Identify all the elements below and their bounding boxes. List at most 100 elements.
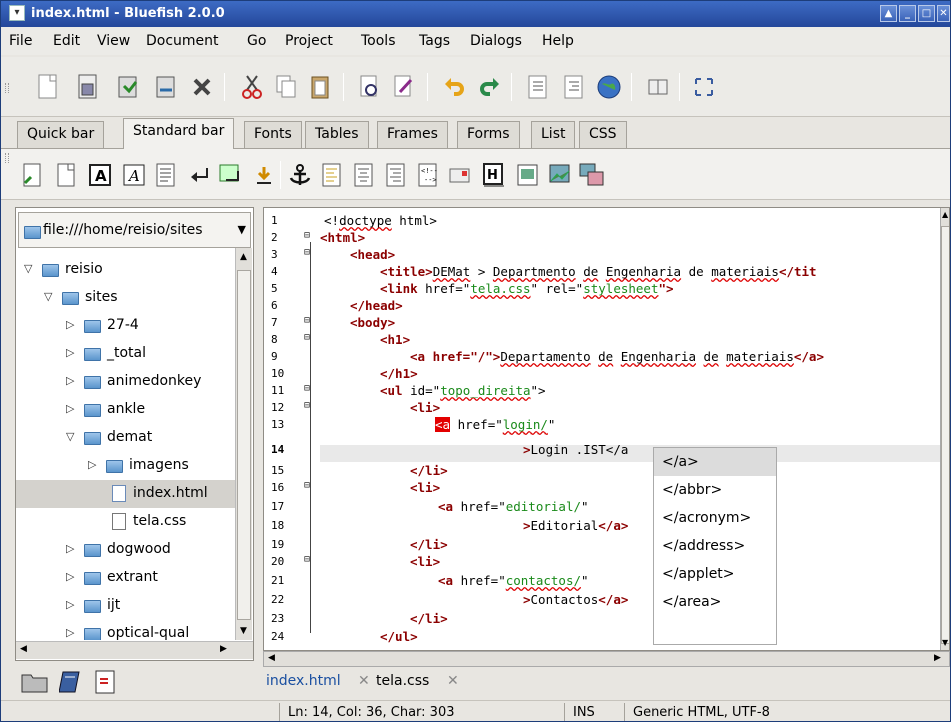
comment-icon[interactable]: <!-- --> xyxy=(415,162,441,188)
undo-icon[interactable] xyxy=(441,73,467,101)
expander-collapsed-icon[interactable]: ▷ xyxy=(66,318,74,331)
italic-icon[interactable]: A xyxy=(121,162,147,188)
align-right-icon[interactable] xyxy=(383,162,409,188)
scroll-up-icon[interactable]: ▲ xyxy=(240,252,247,262)
non-breaking-space-icon[interactable] xyxy=(251,162,277,188)
menu-help[interactable]: Help xyxy=(542,33,574,49)
save-icon[interactable] xyxy=(115,73,141,101)
tree-item-demat[interactable]: ▽ demat xyxy=(16,424,235,452)
image-icon[interactable] xyxy=(515,162,541,188)
autocomplete-popup[interactable]: </a> </abbr> </acronym> </address> </app… xyxy=(653,447,777,645)
tree-item-imagens[interactable]: ▷ imagens xyxy=(16,452,235,480)
expander-collapsed-icon[interactable]: ▷ xyxy=(66,346,74,359)
toolbar-grip[interactable] xyxy=(5,83,9,93)
tree-item-ankle[interactable]: ▷ ankle xyxy=(16,396,235,424)
expander-collapsed-icon[interactable]: ▷ xyxy=(66,402,74,415)
autocomplete-item[interactable]: </area> xyxy=(654,588,776,616)
expander-collapsed-icon[interactable]: ▷ xyxy=(88,458,96,471)
title-bar[interactable]: ▾ index.html - Bluefish 2.0.0 ▲ _ □ ✕ xyxy=(1,1,950,27)
editor-vertical-scrollbar[interactable]: ▲ ▼ xyxy=(940,208,949,650)
replace-icon[interactable] xyxy=(391,73,417,101)
menu-document[interactable]: Document xyxy=(146,33,219,49)
quickstart-icon[interactable] xyxy=(19,162,45,188)
menu-file[interactable]: File xyxy=(9,33,32,49)
tab-standard-bar[interactable]: Standard bar xyxy=(123,118,235,149)
indent-icon[interactable] xyxy=(561,73,587,101)
menu-edit[interactable]: Edit xyxy=(53,33,80,49)
filebrowser-tab-icon[interactable] xyxy=(21,671,49,695)
maximize-button[interactable]: □ xyxy=(918,5,935,22)
tab-css[interactable]: CSS xyxy=(579,121,627,148)
window-menu-icon[interactable]: ▾ xyxy=(9,5,25,21)
tab-frames[interactable]: Frames xyxy=(377,121,448,148)
line-break-icon[interactable] xyxy=(187,162,213,188)
doc-tab-index-html[interactable]: index.html xyxy=(266,673,341,689)
tab-forms[interactable]: Forms xyxy=(457,121,520,148)
expander-expanded-icon[interactable]: ▽ xyxy=(24,262,32,275)
autocomplete-item[interactable]: </a> xyxy=(654,448,776,476)
tab-list[interactable]: List xyxy=(531,121,576,148)
align-center-icon[interactable] xyxy=(351,162,377,188)
scrollbar-thumb[interactable] xyxy=(941,226,949,644)
expander-collapsed-icon[interactable]: ▷ xyxy=(66,570,74,583)
snippets-tab-icon[interactable] xyxy=(93,669,121,695)
fullscreen-icon[interactable] xyxy=(691,73,717,101)
tree-item-index-html[interactable]: index.html xyxy=(16,480,235,508)
copy-icon[interactable] xyxy=(273,73,299,101)
tree-item-optical-qual[interactable]: ▷ optical-qual xyxy=(16,620,235,640)
menu-dialogs[interactable]: Dialogs xyxy=(470,33,522,49)
cut-icon[interactable] xyxy=(239,73,265,101)
tab-tables[interactable]: Tables xyxy=(305,121,369,148)
preview-browser-icon[interactable] xyxy=(595,73,623,101)
open-file-icon[interactable] xyxy=(75,73,101,101)
autocomplete-item[interactable]: </applet> xyxy=(654,560,776,588)
unindent-icon[interactable] xyxy=(525,73,551,101)
tree-item-animedonkey[interactable]: ▷ animedonkey xyxy=(16,368,235,396)
toolbar-grip[interactable] xyxy=(5,153,9,163)
expander-collapsed-icon[interactable]: ▷ xyxy=(66,598,74,611)
bold-icon[interactable]: A xyxy=(87,162,113,188)
paste-icon[interactable] xyxy=(307,73,333,101)
tree-item-tela-css[interactable]: tela.css xyxy=(16,508,235,536)
autocomplete-item[interactable]: </abbr> xyxy=(654,476,776,504)
tree-item-ijt[interactable]: ▷ ijt xyxy=(16,592,235,620)
scroll-down-icon[interactable]: ▼ xyxy=(240,626,247,636)
multi-thumbnail-icon[interactable] xyxy=(579,162,605,188)
path-combo[interactable]: file:///home/reisio/sites ▼ xyxy=(18,212,251,248)
expander-collapsed-icon[interactable]: ▷ xyxy=(66,542,74,555)
scroll-right-icon[interactable]: ▶ xyxy=(934,653,941,663)
editor-horizontal-scrollbar[interactable]: ◀ ▶ xyxy=(263,651,950,667)
tab-fonts[interactable]: Fonts xyxy=(244,121,302,148)
new-file-icon[interactable] xyxy=(35,73,61,101)
paragraph-icon[interactable] xyxy=(153,162,179,188)
redo-icon[interactable] xyxy=(477,73,503,101)
save-as-icon[interactable] xyxy=(153,73,179,101)
tree-item-extrant[interactable]: ▷ extrant xyxy=(16,564,235,592)
body-icon[interactable] xyxy=(53,162,79,188)
split-view-icon[interactable] xyxy=(645,73,671,101)
fold-marker-icon[interactable]: ⊟ xyxy=(304,230,310,241)
email-icon[interactable] xyxy=(447,162,473,188)
align-left-icon[interactable] xyxy=(319,162,345,188)
code-editor[interactable]: 1 2 3 4 5 6 7 8 9 10 11 12 13 14 15 16 17 18 19 20 21 22 23 24 ⊟… xyxy=(263,207,950,651)
tree-item-total[interactable]: ▷ _total xyxy=(16,340,235,368)
expander-expanded-icon[interactable]: ▽ xyxy=(66,430,74,443)
scroll-down-icon[interactable]: ▼ xyxy=(942,638,948,647)
scroll-up-icon[interactable]: ▲ xyxy=(942,210,948,219)
menu-project[interactable]: Project xyxy=(285,33,333,49)
menu-view[interactable]: View xyxy=(97,33,130,49)
autocomplete-item[interactable]: </acronym> xyxy=(654,504,776,532)
break-clear-icon[interactable] xyxy=(217,162,243,188)
menu-tools[interactable]: Tools xyxy=(361,33,396,49)
thumbnail-icon[interactable] xyxy=(547,162,573,188)
expander-expanded-icon[interactable]: ▽ xyxy=(44,290,52,303)
close-tab-icon[interactable]: ✕ xyxy=(358,673,370,689)
tree-item-sites[interactable]: ▽ sites xyxy=(16,284,235,312)
code-area[interactable]: <!doctype html> <html> <head> <title>DEM… xyxy=(320,208,940,650)
minimize-button[interactable]: _ xyxy=(899,5,916,22)
combo-arrow-icon[interactable]: ▼ xyxy=(238,223,246,236)
scroll-right-icon[interactable]: ▶ xyxy=(220,644,227,654)
menu-go[interactable]: Go xyxy=(247,33,266,49)
bookmarks-tab-icon[interactable] xyxy=(58,669,87,695)
tab-quick-bar[interactable]: Quick bar xyxy=(17,121,105,148)
